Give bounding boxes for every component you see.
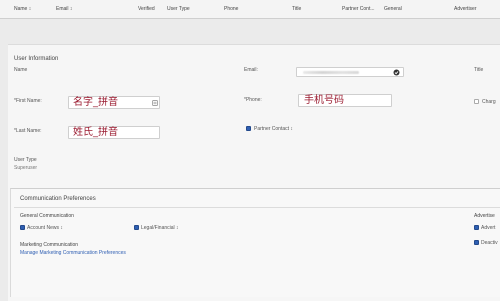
partner-contact-checkbox[interactable] [246,126,251,131]
title-label-right: Title [474,67,484,73]
legal-financial-label: Legal/Financial ↕ [141,225,179,231]
help-icon: ↕ [290,126,293,132]
general-communication-heading: General Communication [20,213,74,219]
first-name-label: *First Name: [14,98,42,104]
blurred-email [303,71,359,74]
table-header [0,0,500,18]
column-header-user-type[interactable]: User Type [167,6,190,12]
deactivate-checkbox[interactable] [474,240,479,245]
phone-value: 手机号码 [304,95,344,106]
user-type-label: User Type [14,157,37,163]
column-header-partner-contact[interactable]: Partner Cont... [342,6,375,12]
deactivate-label: Deactiv [481,240,498,246]
sort-icon: ↕ [28,6,32,12]
column-header-general[interactable]: General [384,6,402,12]
manage-marketing-preferences-link[interactable]: Manage Marketing Communication Preferenc… [20,250,126,256]
advert-label: Advert [481,225,496,231]
help-icon: ↕ [176,225,179,231]
legal-financial-checkbox[interactable] [134,225,139,230]
marketing-communication-heading: Marketing Communication [20,242,79,248]
account-news-checkbox[interactable] [20,225,25,230]
first-name-field[interactable]: 名字_拼音 [68,96,160,109]
column-header-title[interactable]: Title [292,6,301,12]
last-name-field[interactable]: 姓氏_拼音 [68,126,160,139]
user-type-value: Superuser [14,165,38,171]
column-header-name[interactable]: Name ↕ [14,6,31,12]
user-information-heading: User Information [14,56,59,62]
first-name-value: 名字_拼音 [73,97,118,108]
partner-contact-label: Partner Contact ↕ [254,126,293,132]
sort-icon: ↕ [69,6,73,12]
help-icon: ↕ [60,225,63,231]
advert-checkbox[interactable] [474,225,479,230]
communication-preferences-heading: Communication Preferences [20,196,96,202]
charge-label: Charg [482,99,496,105]
contact-card-icon[interactable] [152,100,158,106]
last-name-value: 姓氏_拼音 [73,127,118,138]
communication-preferences-card [10,188,500,297]
last-name-label: *Last Name: [14,128,42,134]
section-divider [14,207,500,208]
verified-icon [393,69,400,76]
phone-field[interactable]: 手机号码 [298,94,392,107]
header-divider [0,18,500,19]
column-header-email[interactable]: Email ↕ [56,6,72,12]
column-header-advertiser[interactable]: Advertiser [454,6,477,12]
charge-checkbox[interactable] [474,99,479,104]
email-field[interactable] [296,67,404,77]
advertise-heading: Advertise [474,213,495,219]
name-label: Name [14,67,28,73]
phone-label: *Phone: [244,97,262,103]
email-label: Email: [244,67,258,73]
column-header-verified[interactable]: Verified [138,6,155,12]
account-news-label: Account News ↕ [27,225,63,231]
column-header-phone[interactable]: Phone [224,6,238,12]
